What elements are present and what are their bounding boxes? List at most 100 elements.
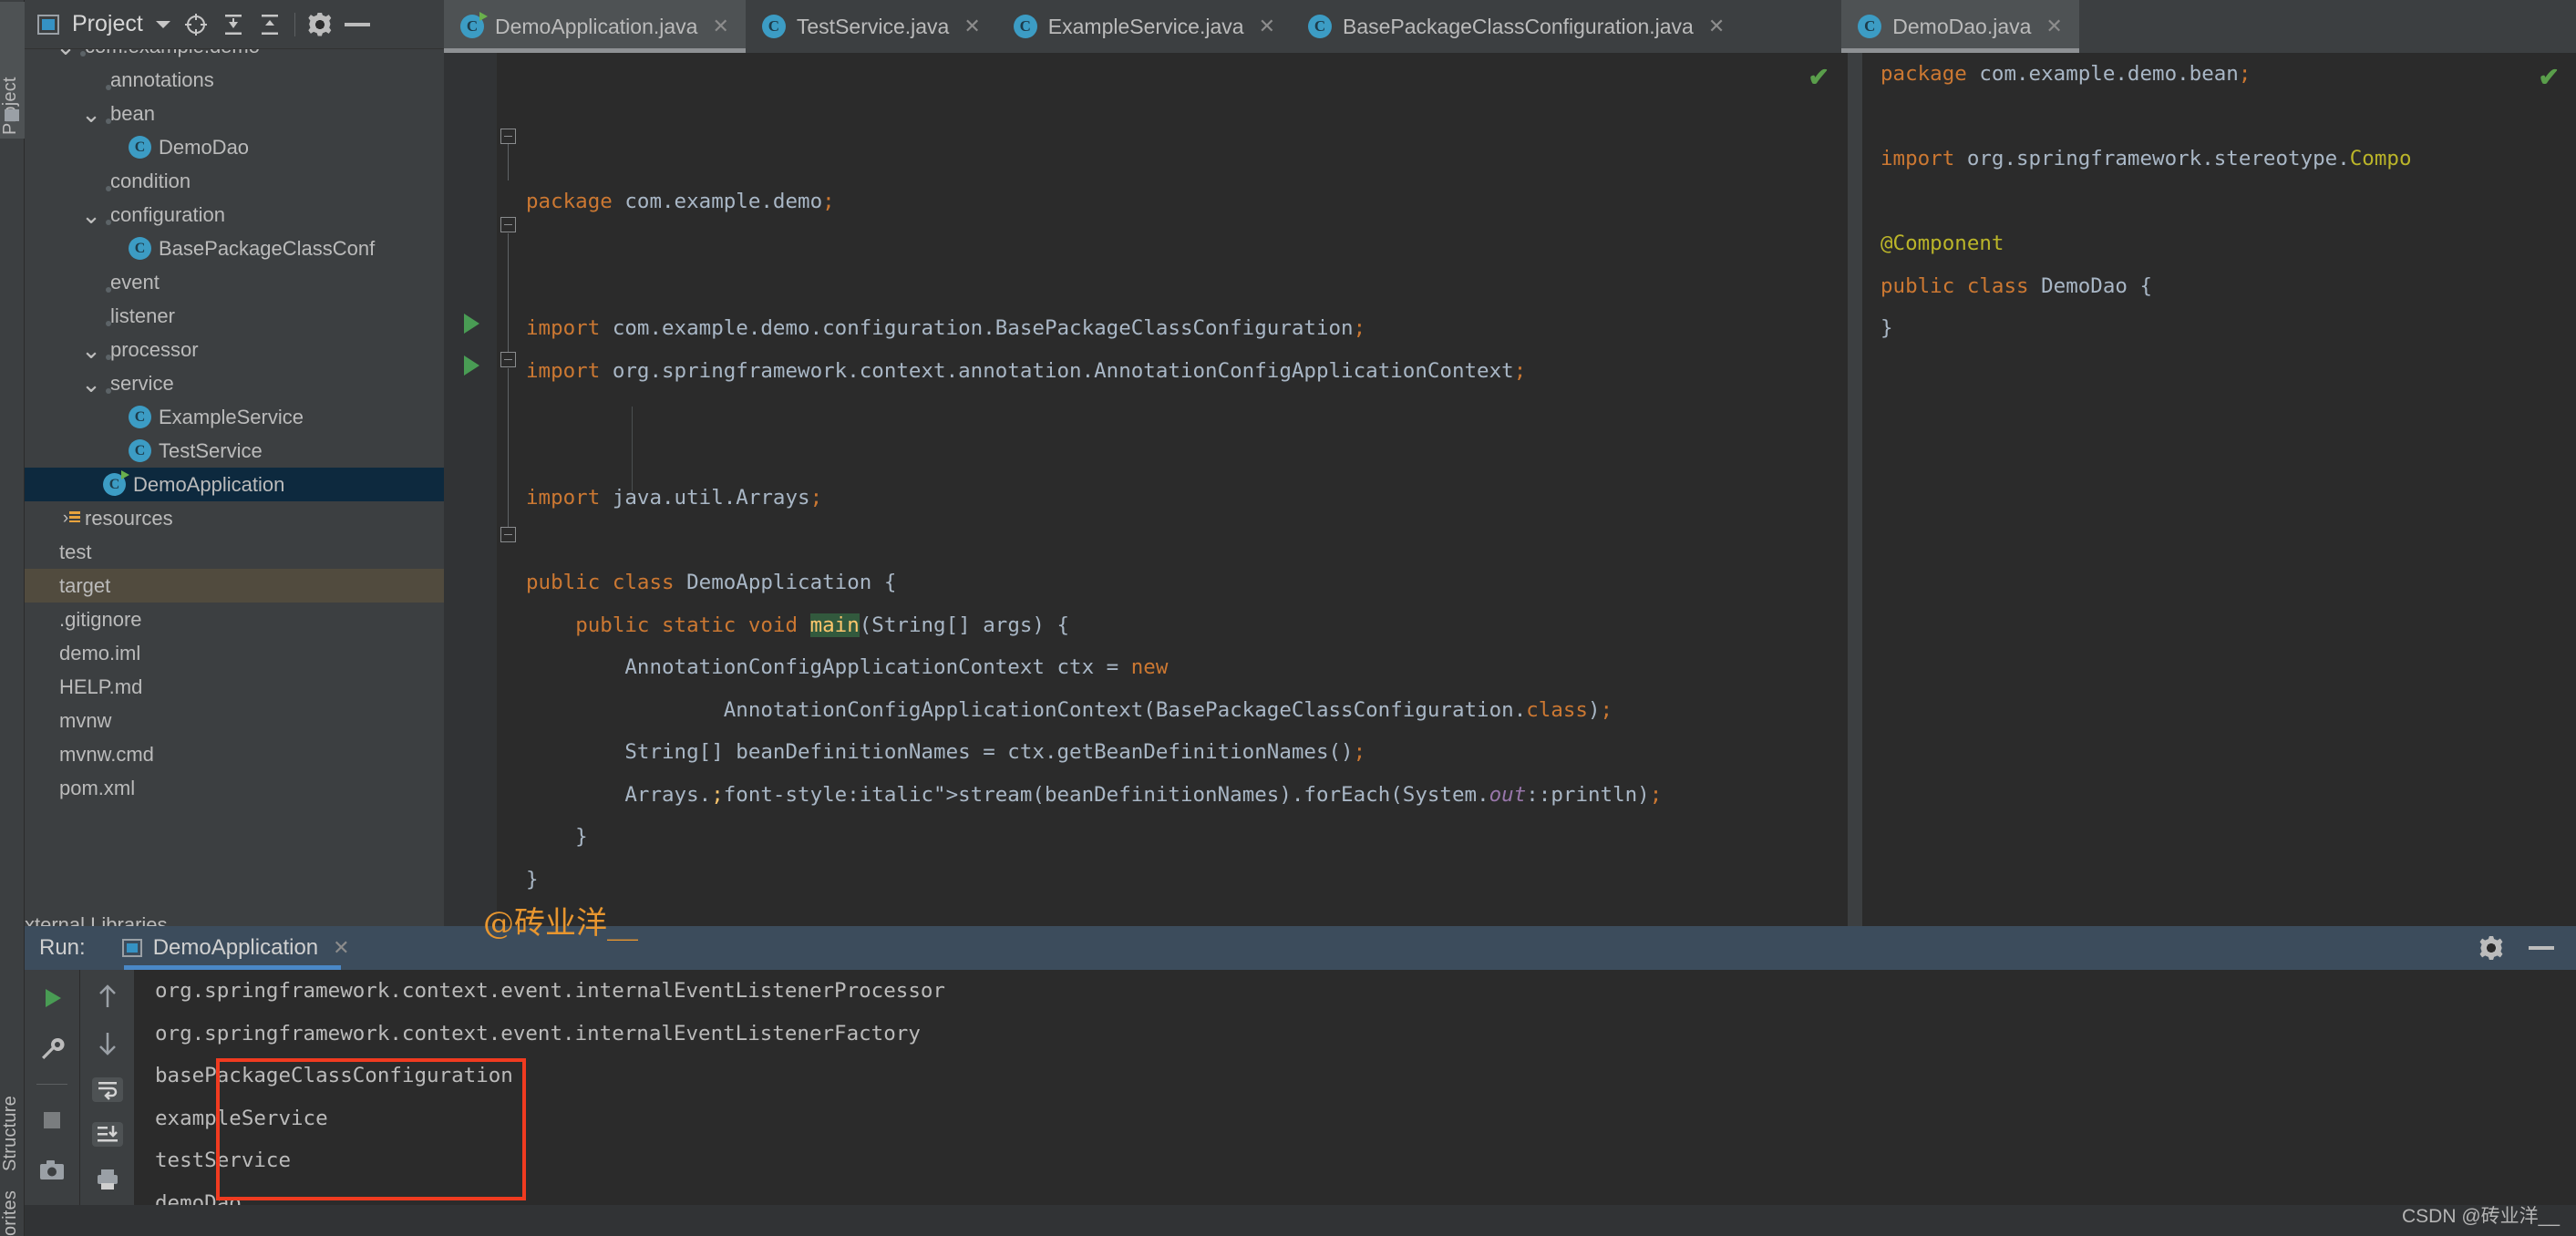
editor-gutter-right[interactable] [1862,53,1875,926]
toolbar-divider [294,12,295,36]
fold-line [508,233,509,352]
tree-node-label: test [59,540,92,563]
tree-node-configuration[interactable]: ⌄ configuration [25,198,444,232]
tree-twisty-down[interactable]: ⌄ [79,203,103,227]
project-panel-title: Project [72,11,143,36]
editor-code-right[interactable]: package com.example.demo.bean; import or… [1875,53,2576,926]
editor-tab-demoapplication[interactable]: C DemoApplication.java ✕ [444,0,746,53]
editor-tab-bar[interactable]: C DemoApplication.java ✕ C TestService.java ✕… [444,0,2576,53]
tree-node-label: DemoApplication [133,472,285,496]
tree-node-pom-xml[interactable]: pom.xml [25,771,444,805]
tree-node-testservice[interactable]: C TestService [25,434,444,468]
tree-node-mvnw-cmd[interactable]: mvnw.cmd [25,737,444,771]
run-tool-window: Run: DemoApplication ✕ org.springframewo… [25,926,2576,1236]
tree-twisty-down[interactable]: ⌄ [54,49,77,58]
project-tree[interactable]: ⌄ com.example.demo annotations ⌄ bean C DemoDa… [25,49,444,926]
editor-code-left[interactable]: package com.example.demo; import com.exa… [520,53,1848,926]
run-main-gutter-icon[interactable] [464,355,479,376]
minimize-icon[interactable] [344,22,370,26]
close-icon[interactable]: ✕ [2045,15,2062,38]
soft-wrap-icon[interactable] [91,1077,123,1102]
java-class-icon: C [129,136,151,159]
fold-method-box[interactable] [500,352,516,367]
tree-twisty-down[interactable]: ⌄ [79,102,103,126]
tree-node-help-md[interactable]: HELP.md [25,670,444,704]
run-toolbar-primary[interactable] [25,970,80,1236]
close-icon[interactable]: ✕ [1259,15,1275,38]
tree-node-label: resources [85,506,173,530]
tree-node-bean[interactable]: ⌄ bean [25,97,444,130]
tree-node-com-example-demo[interactable]: ⌄ com.example.demo [25,49,444,63]
inspection-ok-icon-left[interactable]: ✔ [1808,62,1829,92]
window-icon [37,14,59,35]
scroll-to-end-icon[interactable] [91,1122,123,1147]
editor-tab-exampleservice[interactable]: C ExampleService.java ✕ [997,0,1292,53]
java-class-icon: C [129,439,151,462]
editor-demodao[interactable]: package com.example.demo.bean; import or… [1862,53,2576,926]
close-icon[interactable]: ✕ [963,15,980,38]
editor-demoapplication[interactable]: package com.example.demo; import com.exa… [444,53,1848,926]
console-line: org.springframework.context.event.intern… [155,1021,921,1045]
tree-node--gitignore[interactable]: .gitignore [25,603,444,636]
locate-icon[interactable] [183,12,209,37]
camera-icon[interactable] [36,1155,67,1185]
tree-node-target[interactable]: target [25,569,444,603]
code-line: import com.example.demo.configuration.Ba… [526,316,1366,340]
run-icon[interactable] [36,983,67,1013]
tree-node-listener[interactable]: listener [25,299,444,333]
code-line: } [1880,316,1893,340]
tree-node-exampleservice[interactable]: C ExampleService [25,400,444,434]
wrench-icon[interactable] [36,1033,67,1063]
inspection-ok-icon-right[interactable]: ✔ [2539,62,2560,92]
tree-node-label: bean [110,101,155,125]
fold-method-end-box[interactable] [500,527,516,542]
tree-node-resources[interactable]: › resources [25,501,444,535]
collapse-all-icon[interactable] [258,13,282,36]
gear-icon[interactable] [308,12,332,36]
tree-node-demodao[interactable]: C DemoDao [25,130,444,164]
stop-icon[interactable] [36,1105,67,1135]
left-tool-strip: Project Structure Favorites [0,0,25,1236]
run-tab-demoapplication[interactable]: DemoApplication ✕ [117,926,355,970]
print-icon[interactable] [92,1167,123,1191]
editor-fold-column-left[interactable] [497,53,520,926]
tree-node-annotations[interactable]: annotations [25,63,444,97]
code-line: public class DemoApplication { [526,571,897,594]
close-icon[interactable]: ✕ [333,936,349,960]
expand-all-icon[interactable] [222,13,245,36]
editor-tab-testservice[interactable]: C TestService.java ✕ [746,0,997,53]
tree-node-demo-iml[interactable]: demo.iml [25,636,444,670]
gear-icon[interactable] [2479,936,2503,960]
run-console-output[interactable]: org.springframework.context.event.intern… [135,970,2576,1236]
tool-window-button-favorites[interactable]: Favorites [0,1167,25,1236]
tool-window-button-structure[interactable]: Structure [0,1007,25,1171]
tree-node-demoapplication[interactable]: C DemoApplication [25,468,444,501]
editor-gutter-left[interactable] [444,53,497,926]
tree-node-event[interactable]: event [25,265,444,299]
project-toolbar: Project [25,0,444,49]
arrow-up-icon[interactable] [92,983,123,1010]
arrow-down-icon[interactable] [92,1030,123,1057]
editor-splitter[interactable] [1848,53,1862,926]
fold-imports-box-2[interactable] [500,217,516,232]
tree-node-mvnw[interactable]: mvnw [25,704,444,737]
tree-node-service[interactable]: ⌄ service [25,366,444,400]
tree-twisty-down[interactable]: ⌄ [79,338,103,362]
close-icon[interactable]: ✕ [1708,15,1725,38]
tree-node-condition[interactable]: condition [25,164,444,198]
chevron-down-icon[interactable] [155,20,170,28]
tree-twisty-down[interactable]: ⌄ [79,372,103,396]
minimize-icon[interactable] [2529,946,2554,950]
editor-tab-basepackageclassconfiguration[interactable]: C BasePackageClassConfiguration.java ✕ [1292,0,1741,53]
fold-imports-box[interactable] [500,129,516,144]
editor-tab-demodao[interactable]: C DemoDao.java ✕ [1841,0,2079,53]
tree-node-processor[interactable]: ⌄ processor [25,333,444,366]
tree-node-basepackageclassconf[interactable]: C BasePackageClassConf [25,232,444,265]
run-toolbar-secondary[interactable] [80,970,135,1236]
tree-node-test[interactable]: test [25,535,444,569]
run-class-gutter-icon[interactable] [464,314,479,334]
close-icon[interactable]: ✕ [712,15,728,38]
run-tool-window-header: Run: DemoApplication ✕ [25,926,2576,970]
java-runnable-class-icon: C [103,470,129,496]
